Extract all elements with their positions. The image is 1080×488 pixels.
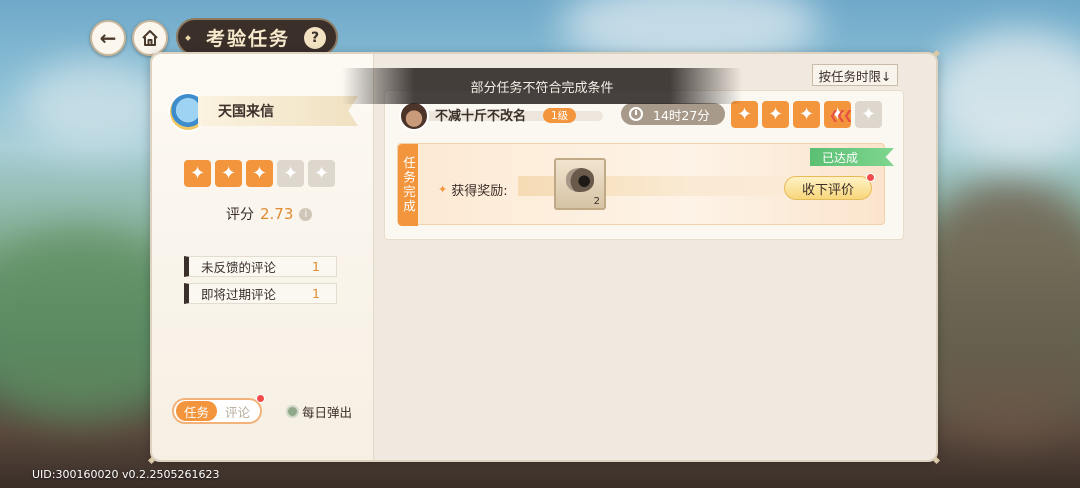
home-icon (142, 30, 158, 46)
corner-ornament (932, 456, 941, 465)
toast-text: 部分任务不符合完成条件 (470, 80, 614, 96)
unreplied-reviews-count: 1 (312, 259, 320, 274)
corner-ornament (147, 456, 156, 465)
star-icon: ✦ (215, 160, 242, 187)
expiring-reviews-label: 即将过期评论 (201, 287, 277, 302)
reward-label: ✦ 获得奖励: (438, 180, 508, 199)
toast-message: 部分任务不符合完成条件 (342, 68, 742, 104)
reward-quantity: 2 (593, 196, 600, 207)
help-button[interactable]: ? (304, 27, 326, 49)
star-empty-icon: ✦ (855, 101, 882, 128)
rating-stars: ✦ ✦ ✦ ✦ ✦ (184, 160, 335, 187)
star-icon: ✦ (184, 160, 211, 187)
tab-reviews[interactable]: 评论 (217, 401, 258, 421)
unreplied-reviews-row[interactable]: 未反馈的评论 1 (184, 256, 337, 277)
achieved-text: 已达成 (822, 150, 859, 165)
back-button[interactable]: ← (90, 20, 126, 56)
timer-text: 14时27分 (653, 107, 710, 123)
achieved-badge: 已达成 (810, 148, 894, 166)
score-row: 评分 2.73 i (226, 204, 313, 224)
main-panel: 天国来信 ✦ ✦ ✦ ✦ ✦ 评分 2.73 i 未反馈的评论 1 即将过期评论… (147, 49, 941, 465)
clock-icon (629, 107, 643, 121)
tab-tasks[interactable]: 任务 (176, 401, 217, 421)
score-label: 评分 (226, 207, 254, 223)
arrow-left-icon: ← (99, 26, 117, 50)
task-complete-label: 任务完成 (398, 144, 418, 226)
task-stars: ✦ ✦ ✦ ✦ ✦ (731, 101, 882, 128)
checkbox-icon[interactable] (286, 405, 299, 418)
star-icon: ✦ (731, 101, 758, 128)
star-empty-icon: ✦ (277, 160, 304, 187)
sender-name: 天国来信 (218, 104, 274, 120)
notification-dot (256, 394, 265, 403)
left-column: 天国来信 ✦ ✦ ✦ ✦ ✦ 评分 2.73 i 未反馈的评论 1 即将过期评论… (152, 54, 374, 460)
home-button[interactable] (132, 20, 168, 56)
task-review-toggle[interactable]: 任务 评论 (172, 394, 265, 424)
corner-ornament (932, 49, 941, 58)
collect-review-label: 收下评价 (801, 182, 854, 198)
notification-dot (866, 173, 875, 182)
daily-popup-label: 每日弹出 (302, 405, 353, 420)
sort-label: 按任务时限↓ (818, 68, 892, 84)
expiring-reviews-row[interactable]: 即将过期评论 1 (184, 283, 337, 304)
title-pill: 考验任务 ? (176, 18, 338, 56)
task-card[interactable]: 不减十斤不改名 1级 14时27分 ✦ ✦ ✦ ✦ ✦ ❮❮❮ 任务完成 ✦ 获… (384, 90, 904, 240)
page-title: 考验任务 (206, 27, 291, 50)
progress-arrows-icon: ❮❮❮ (829, 108, 853, 122)
reward-item-icon (566, 168, 594, 192)
star-icon: ✦ (762, 101, 789, 128)
score-value: 2.73 (260, 205, 294, 223)
level-text: 1级 (551, 110, 569, 122)
star-empty-icon: ✦ (308, 160, 335, 187)
daily-popup-option[interactable]: 每日弹出 (286, 402, 352, 421)
reward-item[interactable]: 2 (554, 158, 606, 210)
sort-button[interactable]: 按任务时限↓ (812, 64, 898, 86)
task-complete-box: 任务完成 ✦ 获得奖励: 2 已达成 收下评价 (397, 143, 894, 226)
expiring-reviews-count: 1 (312, 286, 320, 301)
sparkle-icon: ✦ (438, 183, 448, 196)
task-timer: 14时27分 (621, 103, 725, 125)
task-name: 不减十斤不改名 (435, 109, 527, 124)
uid-version: UID:300160020 v0.2.2505261623 (32, 468, 220, 481)
info-icon[interactable]: i (299, 207, 313, 221)
star-icon: ✦ (793, 101, 820, 128)
sender-banner: 天国来信 (198, 96, 358, 126)
avatar (399, 101, 429, 131)
reward-label-text: 获得奖励: (451, 184, 508, 199)
unreplied-reviews-label: 未反馈的评论 (201, 260, 277, 275)
level-badge: 1级 (543, 108, 577, 123)
collect-review-button[interactable]: 收下评价 (784, 173, 875, 200)
star-icon: ✦ (246, 160, 273, 187)
